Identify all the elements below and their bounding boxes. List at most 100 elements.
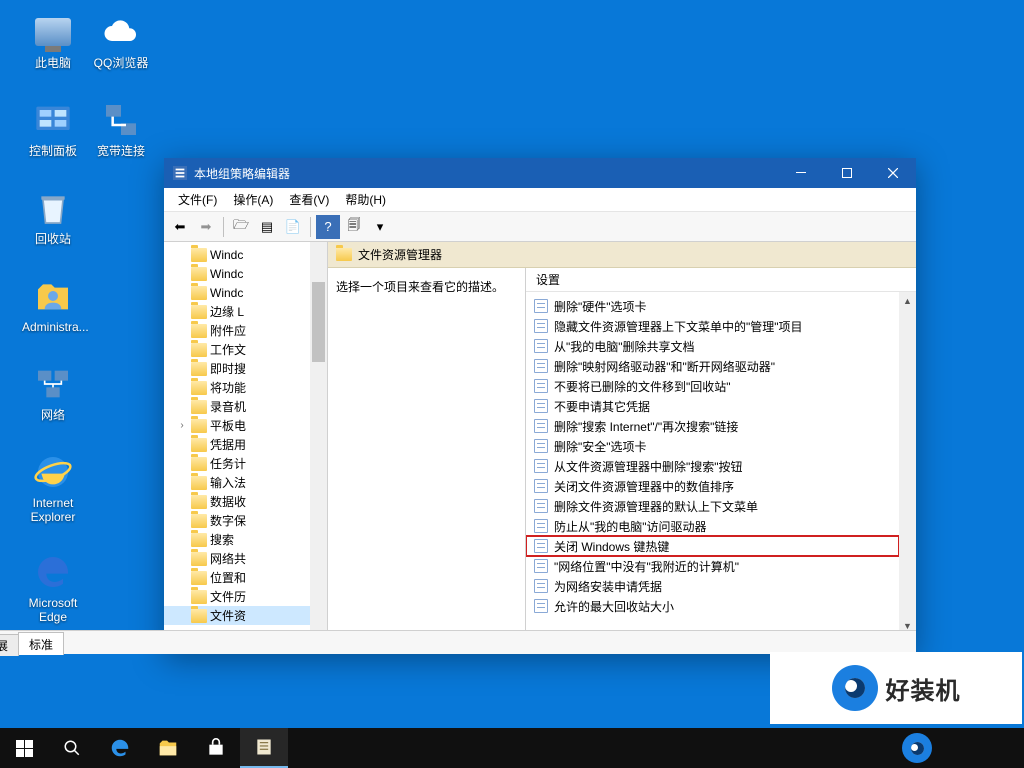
tree-item[interactable]: 工作文 <box>164 340 310 359</box>
tree-item-label: 任务计 <box>210 455 246 472</box>
menubar: 文件(F) 操作(A) 查看(V) 帮助(H) <box>164 188 916 212</box>
policy-row[interactable]: 隐藏文件资源管理器上下文菜单中的"管理"项目 <box>526 316 899 336</box>
menu-view[interactable]: 查看(V) <box>281 189 337 210</box>
desktop-icon-edge[interactable]: Microsoft Edge <box>22 552 84 624</box>
policy-row[interactable]: 从文件资源管理器中删除"搜索"按钮 <box>526 456 899 476</box>
policy-label: 从"我的电脑"删除共享文档 <box>554 338 695 355</box>
tree-item[interactable]: 即时搜 <box>164 359 310 378</box>
back-button[interactable]: ⬅ <box>168 215 192 239</box>
help-button[interactable]: ? <box>316 215 340 239</box>
tree-item[interactable]: Windc <box>164 245 310 264</box>
monitor-icon <box>35 18 71 46</box>
menu-file[interactable]: 文件(F) <box>170 189 225 210</box>
policy-row[interactable]: "网络位置"中没有"我附近的计算机" <box>526 556 899 576</box>
policy-icon <box>534 499 548 513</box>
policy-row[interactable]: 允许的最大回收站大小 <box>526 596 899 616</box>
scroll-up-button[interactable]: ▲ <box>899 292 916 309</box>
tree-item[interactable]: 文件历 <box>164 587 310 606</box>
folder-icon <box>191 286 207 300</box>
policy-row[interactable]: 删除"搜索 Internet"/"再次搜索"链接 <box>526 416 899 436</box>
policy-row[interactable]: 删除"映射网络驱动器"和"断开网络驱动器" <box>526 356 899 376</box>
tree-scrollbar[interactable] <box>310 242 327 634</box>
desktop-icon-administrator[interactable]: Administra... <box>22 276 84 334</box>
taskbar <box>0 728 1024 768</box>
start-button[interactable] <box>0 728 48 768</box>
tree-item[interactable]: 数据收 <box>164 492 310 511</box>
tree-item[interactable]: 数字保 <box>164 511 310 530</box>
tree-item[interactable]: 位置和 <box>164 568 310 587</box>
scrollbar-thumb[interactable] <box>312 282 325 362</box>
desktop-icon-this-pc[interactable]: 此电脑 <box>22 12 84 70</box>
policy-icon <box>534 579 548 593</box>
policy-label: 不要申请其它凭据 <box>554 398 650 415</box>
tree-item[interactable]: 任务计 <box>164 454 310 473</box>
tree-item[interactable]: ›平板电 <box>164 416 310 435</box>
caret-icon: › <box>176 420 188 431</box>
tree-item[interactable]: 文件资 <box>164 606 310 625</box>
desktop-icon-control-panel[interactable]: 控制面板 <box>22 100 84 158</box>
minimize-button[interactable] <box>778 158 824 188</box>
network-icon <box>33 364 73 404</box>
network-connection-icon <box>101 100 141 140</box>
search-button[interactable] <box>48 728 96 768</box>
tree-item-label: 位置和 <box>210 569 246 586</box>
tree-item[interactable]: Windc <box>164 264 310 283</box>
tree-item[interactable]: 附件应 <box>164 321 310 340</box>
desktop-icon-ie[interactable]: Internet Explorer <box>22 452 84 524</box>
policy-row[interactable]: 不要将已删除的文件移到"回收站" <box>526 376 899 396</box>
tree-item[interactable]: 搜索 <box>164 530 310 549</box>
close-button[interactable] <box>870 158 916 188</box>
policy-row[interactable]: 关闭文件资源管理器中的数值排序 <box>526 476 899 496</box>
menu-help[interactable]: 帮助(H) <box>337 189 394 210</box>
taskbar-explorer[interactable] <box>144 728 192 768</box>
desktop-icon-label: 回收站 <box>22 232 84 246</box>
tree-item[interactable]: 凭据用 <box>164 435 310 454</box>
policy-row[interactable]: 关闭 Windows 键热键 <box>526 536 899 556</box>
desktop-icon-recycle-bin[interactable]: 回收站 <box>22 188 84 246</box>
tree-item-label: 输入法 <box>210 474 246 491</box>
list-scrollbar[interactable]: ▲ ▼ <box>899 292 916 634</box>
maximize-button[interactable] <box>824 158 870 188</box>
policy-icon <box>534 439 548 453</box>
policy-label: 删除文件资源管理器的默认上下文菜单 <box>554 498 758 515</box>
policy-row[interactable]: 删除文件资源管理器的默认上下文菜单 <box>526 496 899 516</box>
taskbar-edge[interactable] <box>96 728 144 768</box>
desktop-icon-network[interactable]: 网络 <box>22 364 84 422</box>
list-header[interactable]: 设置 <box>526 268 916 292</box>
tab-standard[interactable]: 标准 <box>18 632 64 655</box>
policy-row[interactable]: 为网络安装申请凭据 <box>526 576 899 596</box>
tree-item[interactable]: 网络共 <box>164 549 310 568</box>
policy-icon <box>534 539 548 553</box>
policy-label: 关闭文件资源管理器中的数值排序 <box>554 478 734 495</box>
taskbar-store[interactable] <box>192 728 240 768</box>
taskbar-gpedit[interactable] <box>240 728 288 768</box>
cloud-icon <box>101 12 141 52</box>
policy-label: 允许的最大回收站大小 <box>554 598 674 615</box>
tree-item[interactable]: Windc <box>164 283 310 302</box>
desktop-icon-broadband[interactable]: 宽带连接 <box>90 100 152 158</box>
show-hide-tree-button[interactable]: ▤ <box>255 215 279 239</box>
forward-button[interactable]: ➡ <box>194 215 218 239</box>
properties-button[interactable]: 🗐 <box>342 215 366 239</box>
policy-icon <box>534 519 548 533</box>
export-button[interactable]: 📄 <box>281 215 305 239</box>
tab-extended[interactable]: 扩展 <box>0 634 19 656</box>
tree-item[interactable]: 边缘 L <box>164 302 310 321</box>
menu-action[interactable]: 操作(A) <box>225 189 281 210</box>
policy-row[interactable]: 不要申请其它凭据 <box>526 396 899 416</box>
policy-row[interactable]: 删除"硬件"选项卡 <box>526 296 899 316</box>
tree-item[interactable]: 输入法 <box>164 473 310 492</box>
tree-item[interactable]: 录音机 <box>164 397 310 416</box>
policy-row[interactable]: 防止从"我的电脑"访问驱动器 <box>526 516 899 536</box>
policy-row[interactable]: 删除"安全"选项卡 <box>526 436 899 456</box>
policy-row[interactable]: 从"我的电脑"删除共享文档 <box>526 336 899 356</box>
up-button[interactable]: 🗁 <box>229 215 253 239</box>
policy-label: 隐藏文件资源管理器上下文菜单中的"管理"项目 <box>554 318 803 335</box>
folder-icon <box>191 381 207 395</box>
tree-item-label: 搜索 <box>210 531 234 548</box>
policy-icon <box>534 339 548 353</box>
titlebar[interactable]: 本地组策略编辑器 <box>164 158 916 188</box>
tree-item[interactable]: 将功能 <box>164 378 310 397</box>
desktop-icon-qq-browser[interactable]: QQ浏览器 <box>90 12 152 70</box>
filter-button[interactable]: ▾ <box>368 215 392 239</box>
